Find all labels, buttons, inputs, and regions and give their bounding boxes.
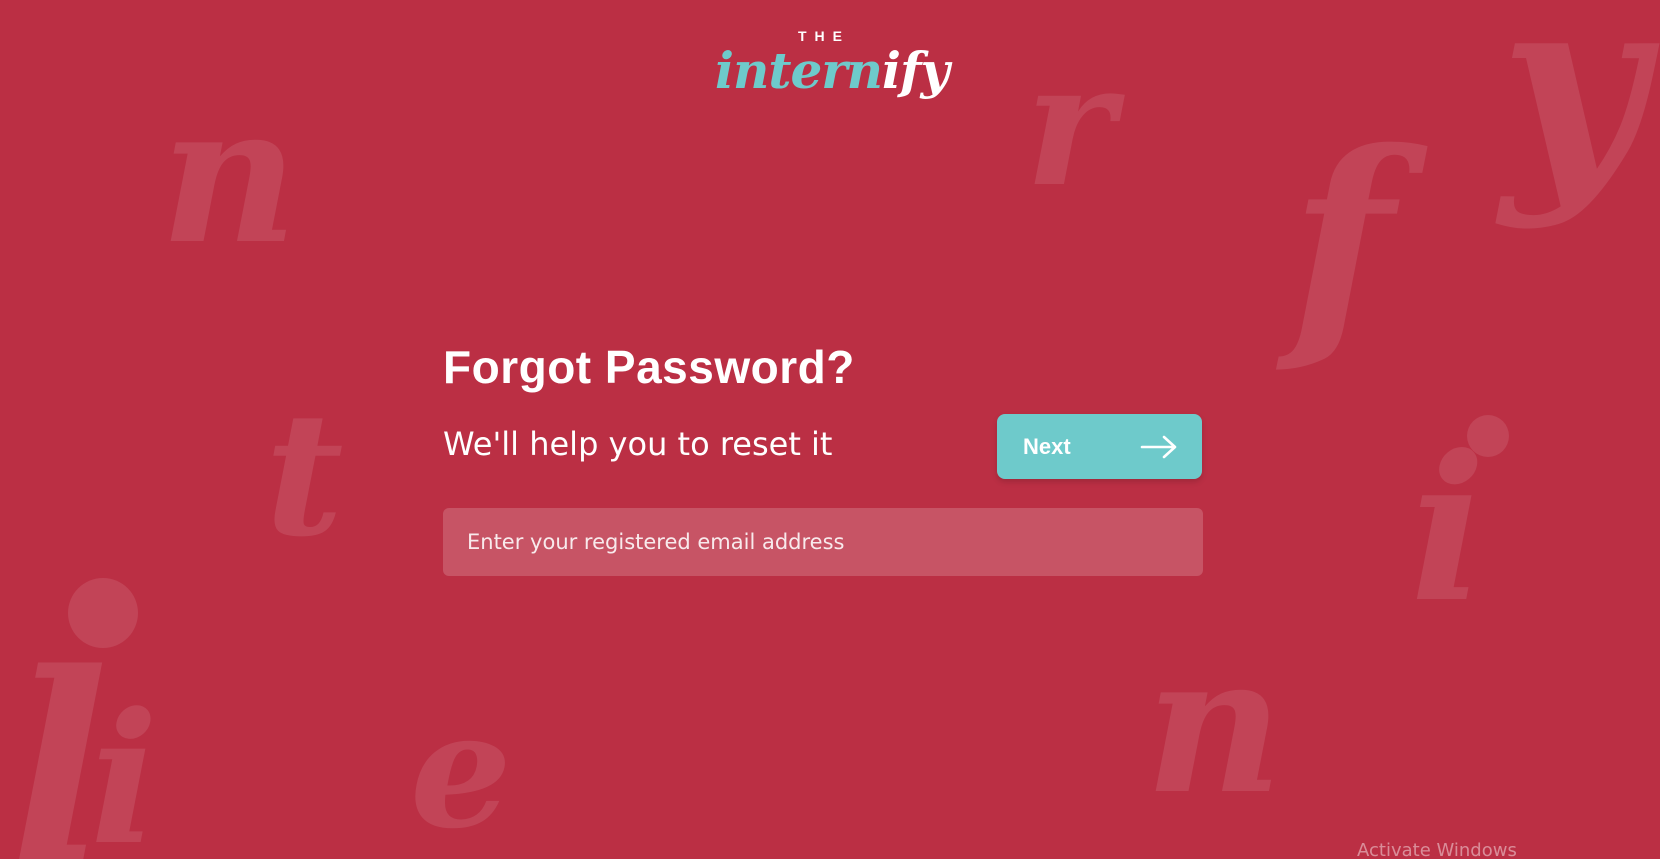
decor-letter-f: f	[1290, 99, 1394, 381]
logo-wordmark-ify: ify	[881, 41, 950, 100]
decor-letter-y: y	[1500, 0, 1646, 232]
arrow-right-icon	[1140, 435, 1178, 459]
decor-dot-right	[1467, 415, 1509, 457]
next-button-label: Next	[1023, 433, 1071, 459]
logo-wordmark-intern: intern	[715, 41, 883, 100]
logo-wordmark: internify	[715, 46, 950, 96]
decor-letter-n-left: n	[160, 63, 299, 286]
brand-logo: THE internify	[715, 28, 950, 118]
decor-letter-i-right: i	[1410, 412, 1486, 647]
decor-dot-left	[68, 578, 138, 648]
decor-letter-e: e	[410, 676, 512, 859]
page-subtitle: We'll help you to reset it	[443, 425, 833, 463]
decor-letter-i-bottom: i	[90, 674, 159, 859]
decor-letter-n-bottom: n	[1145, 613, 1284, 836]
activate-windows-watermark: Activate Windows	[1357, 840, 1517, 859]
decor-letter-t: t	[265, 375, 344, 575]
next-button[interactable]: Next	[997, 414, 1202, 479]
decor-letter-l: l	[10, 617, 109, 859]
page-title: Forgot Password?	[443, 341, 855, 393]
decor-letter-r: r	[1025, 25, 1115, 225]
email-input[interactable]	[443, 508, 1203, 576]
